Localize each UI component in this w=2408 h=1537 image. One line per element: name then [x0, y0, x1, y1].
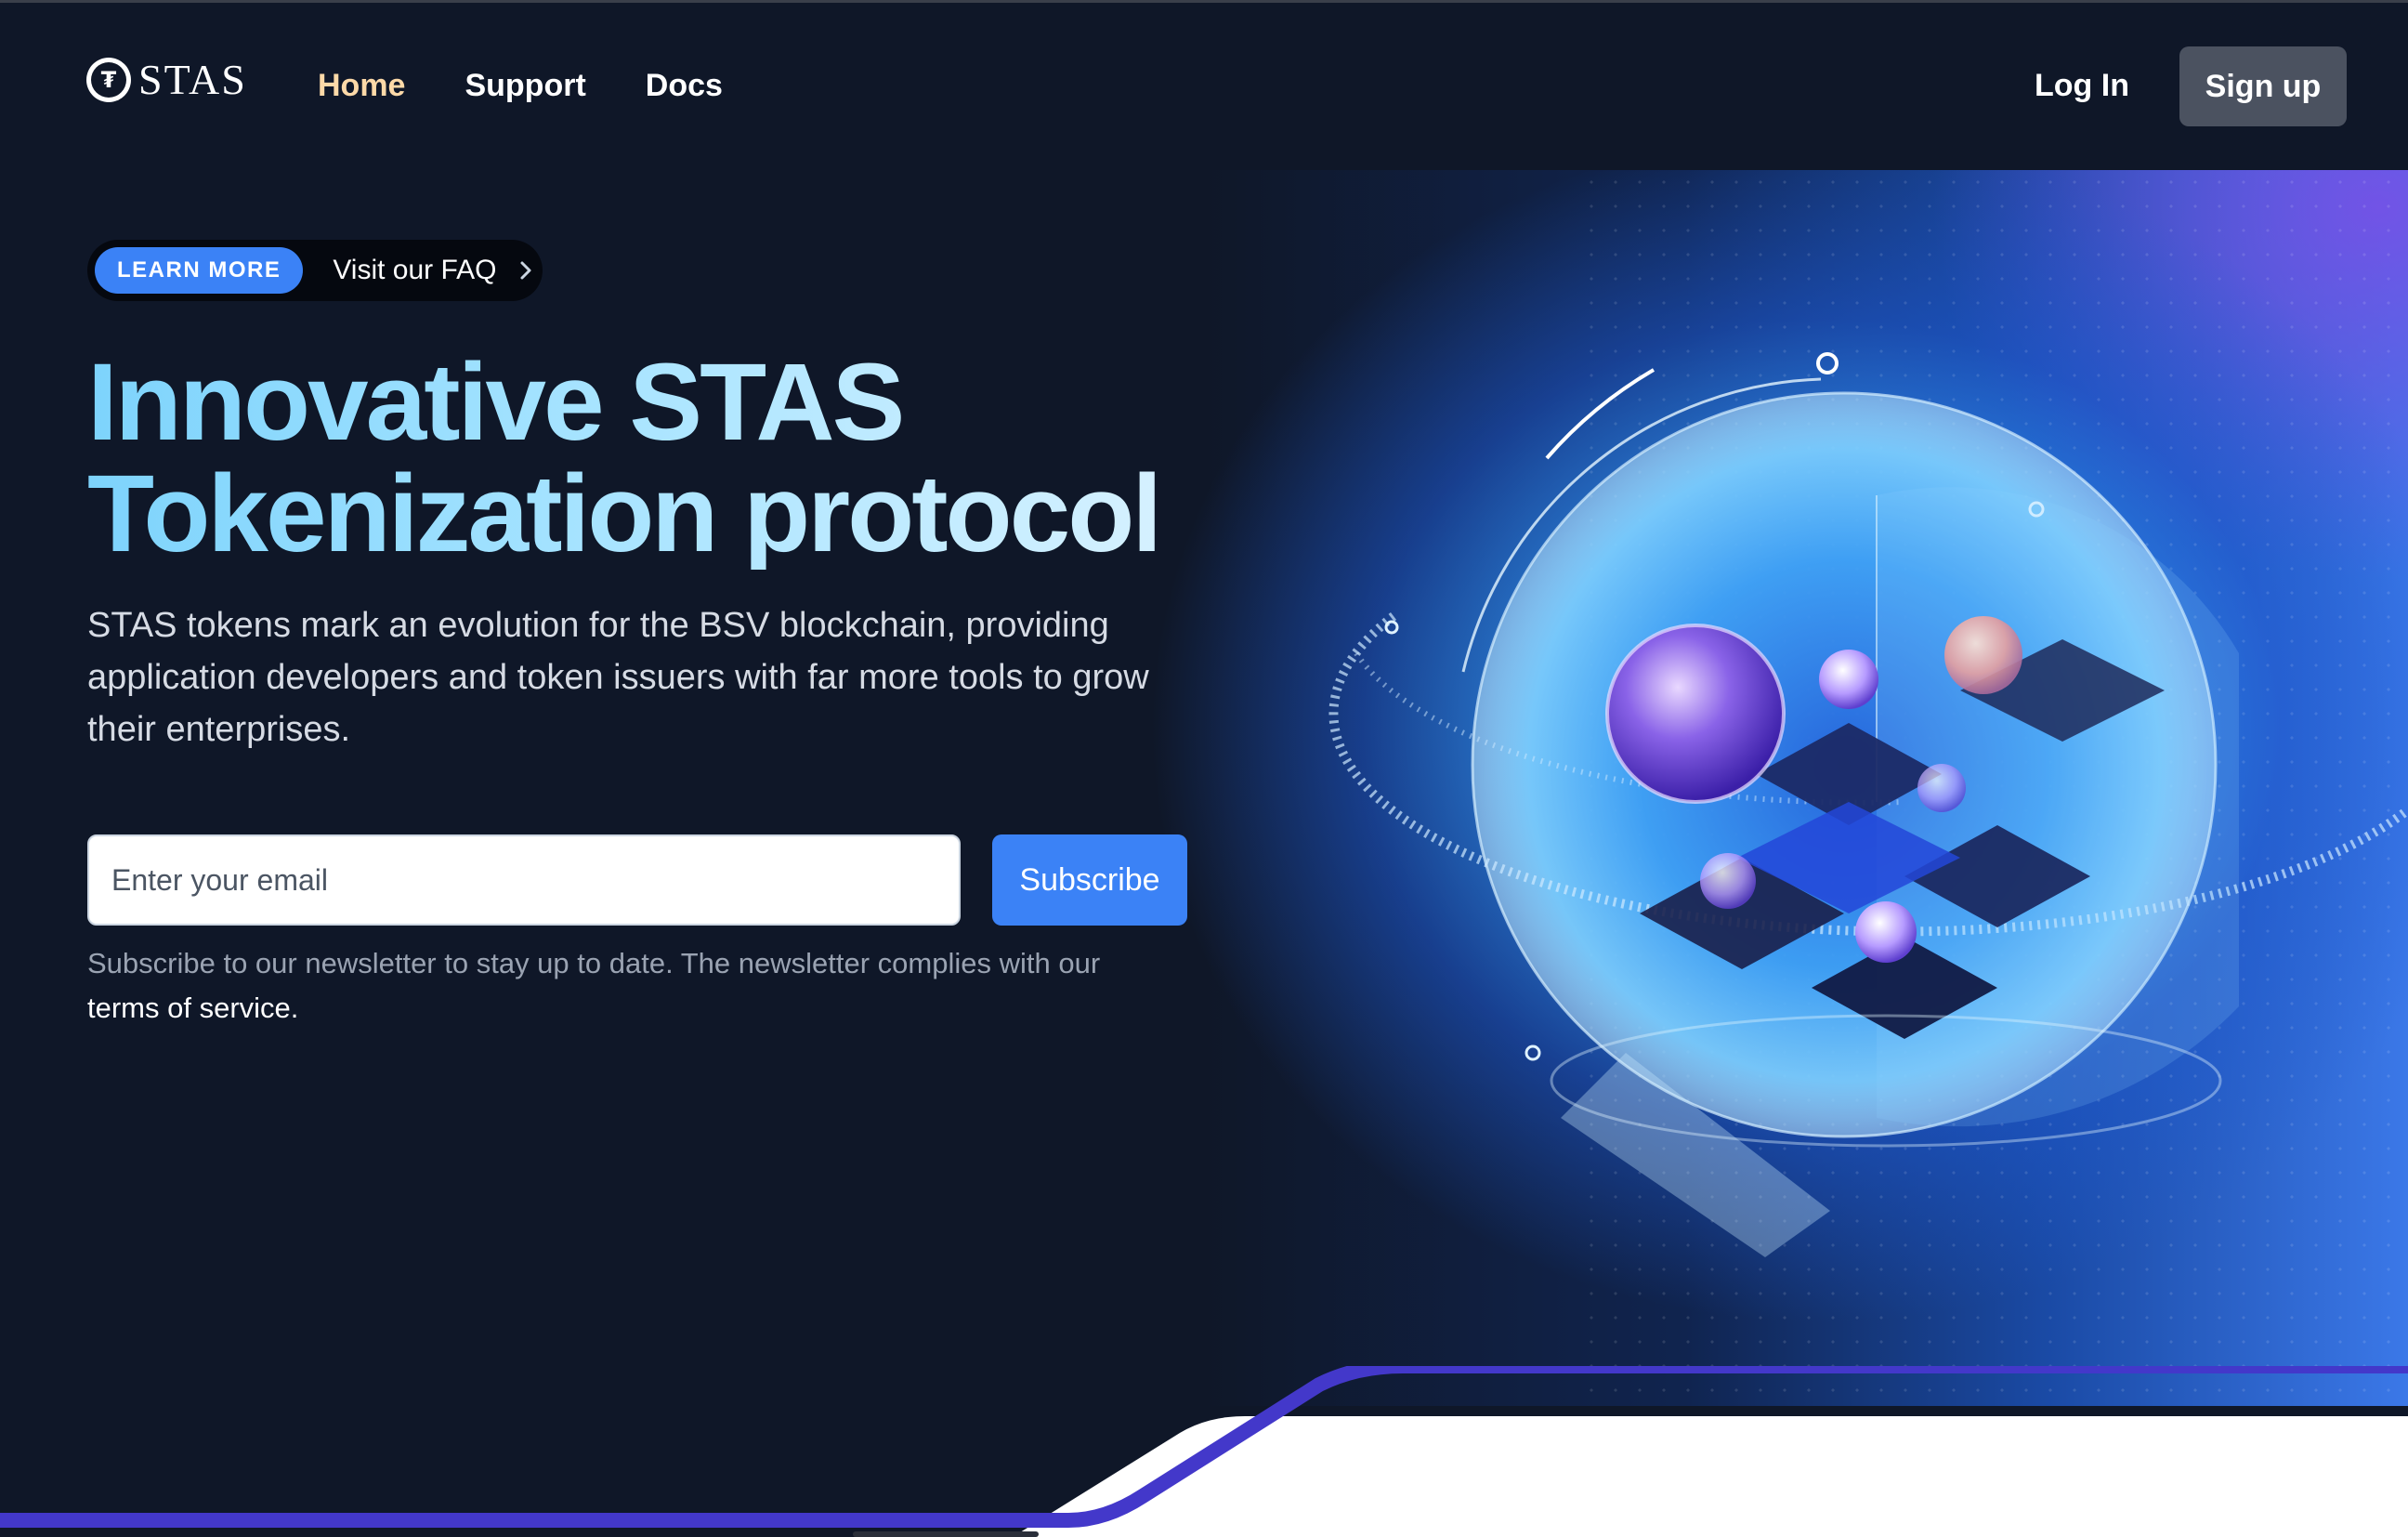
newsletter-note: Subscribe to our newsletter to stay up t…	[87, 941, 1221, 1031]
faq-pill[interactable]: LEARN MORE Visit our FAQ	[87, 240, 543, 301]
hero-section: LEARN MORE Visit our FAQ Innovative STAS…	[0, 170, 2408, 1406]
faq-link-text: Visit our FAQ	[333, 255, 497, 285]
headline-line-2: Tokenization protocol	[87, 453, 1160, 575]
page: ₮ STAS Home Support Docs Log In Sign up	[0, 0, 2408, 1537]
tether-coin-icon: ₮	[86, 57, 131, 102]
email-input[interactable]	[87, 834, 961, 926]
learn-more-badge: LEARN MORE	[95, 247, 304, 294]
login-link[interactable]: Log In	[2035, 68, 2129, 104]
hero-description: STAS tokens mark an evolution for the BS…	[87, 606, 1149, 749]
nav-link-home[interactable]: Home	[318, 68, 405, 104]
nav-link-docs[interactable]: Docs	[646, 68, 723, 104]
main-nav: Home Support Docs	[318, 68, 723, 104]
nav-link-support[interactable]: Support	[465, 68, 585, 104]
logo-text: STAS	[138, 56, 247, 103]
newsletter-note-text: Subscribe to our newsletter to stay up t…	[87, 947, 1101, 979]
horizontal-scrollbar[interactable]	[853, 1531, 1039, 1537]
navbar: ₮ STAS Home Support Docs Log In Sign up	[0, 3, 2408, 170]
bottom-wave-divider	[0, 1366, 2408, 1537]
chevron-right-icon	[520, 261, 531, 280]
signup-button[interactable]: Sign up	[2179, 46, 2347, 126]
headline-line-1: Innovative STAS	[87, 341, 903, 464]
crypto-sphere-illustration	[1328, 352, 2408, 1257]
hero-headline: Innovative STAS Tokenization protocol	[87, 347, 1295, 570]
logo-glyph: ₮	[91, 61, 126, 98]
subscribe-button[interactable]: Subscribe	[992, 834, 1187, 926]
terms-of-service-link[interactable]: terms of service.	[87, 992, 298, 1024]
logo[interactable]: ₮ STAS	[86, 55, 247, 104]
